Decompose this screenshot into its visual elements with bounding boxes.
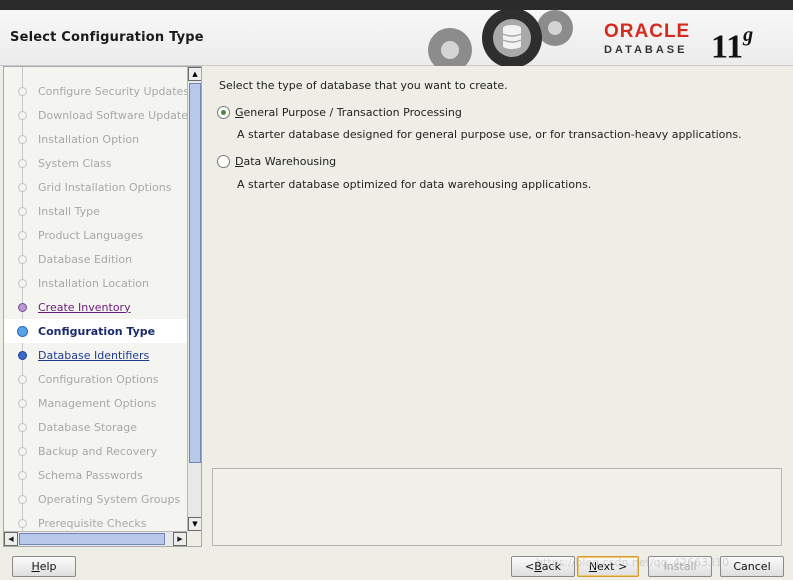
step-status-icon bbox=[18, 374, 27, 384]
data-warehousing-label[interactable]: Data Warehousing bbox=[235, 155, 336, 168]
step-status-icon bbox=[18, 278, 27, 288]
nav-step-configuration-type[interactable]: Configuration Type bbox=[4, 319, 187, 343]
step-status-icon bbox=[18, 134, 27, 144]
next-button[interactable]: Next > bbox=[577, 556, 639, 577]
scroll-right-button[interactable]: ▶ bbox=[173, 532, 187, 546]
step-status-icon bbox=[18, 518, 27, 528]
general-purpose-option[interactable]: General Purpose / Transaction Processing bbox=[217, 106, 462, 119]
main-content: Select the type of database that you wan… bbox=[212, 72, 782, 546]
nav-step-configuration-options: Configuration Options bbox=[4, 367, 187, 391]
nav-step-label: Prerequisite Checks bbox=[38, 516, 147, 530]
nav-step-management-options: Management Options bbox=[4, 391, 187, 415]
step-status-icon bbox=[18, 158, 27, 168]
data-warehousing-description: A starter database optimized for data wa… bbox=[237, 178, 592, 191]
step-status-icon bbox=[17, 325, 28, 337]
logo-version-number: 11 bbox=[711, 28, 744, 66]
data-warehousing-option[interactable]: Data Warehousing bbox=[217, 155, 336, 168]
wizard-steps-list: Configure Security Updates Download Softw… bbox=[4, 67, 187, 531]
wizard-header: Select Configuration Type ORACLE DATABAS… bbox=[0, 10, 793, 66]
step-status-icon bbox=[18, 302, 27, 312]
nav-step-configure-security-updates: Configure Security Updates bbox=[4, 79, 187, 103]
logo-version-suffix: g bbox=[743, 24, 754, 46]
general-purpose-radio[interactable] bbox=[217, 106, 230, 119]
instruction-text: Select the type of database that you wan… bbox=[219, 79, 508, 92]
nav-step-product-languages: Product Languages bbox=[4, 223, 187, 247]
step-status-icon bbox=[18, 206, 27, 216]
step-status-icon bbox=[18, 446, 27, 456]
nav-step-database-storage: Database Storage bbox=[4, 415, 187, 439]
nav-step-create-inventory[interactable]: Create Inventory bbox=[4, 295, 187, 319]
nav-step-label: Install Type bbox=[38, 204, 100, 218]
nav-step-label: Schema Passwords bbox=[38, 468, 143, 482]
oracle-logo: ORACLE DATABASE bbox=[604, 22, 690, 56]
scroll-up-button[interactable]: ▲ bbox=[188, 67, 201, 81]
logo-brand: ORACLE bbox=[604, 21, 691, 42]
nav-step-database-edition: Database Edition bbox=[4, 247, 187, 271]
scroll-left-button[interactable]: ◀ bbox=[4, 532, 18, 546]
scrollbar-corner bbox=[187, 531, 201, 546]
nav-step-label: Database Edition bbox=[38, 252, 133, 266]
nav-step-operating-system-groups: Operating System Groups bbox=[4, 487, 187, 511]
message-pane bbox=[212, 468, 782, 546]
logo-version: 11g bbox=[711, 22, 753, 64]
install-button[interactable]: Install bbox=[648, 556, 712, 577]
window-titlebar bbox=[0, 0, 793, 10]
step-status-icon bbox=[18, 494, 27, 504]
horizontal-scroll-thumb[interactable] bbox=[19, 533, 165, 545]
vertical-scrollbar[interactable]: ▲ ▼ bbox=[187, 67, 201, 531]
step-status-icon bbox=[18, 182, 27, 192]
nav-step-label: Database Identifiers bbox=[38, 348, 150, 362]
nav-step-installation-option: Installation Option bbox=[4, 127, 187, 151]
step-status-icon bbox=[18, 230, 27, 240]
step-status-icon bbox=[18, 254, 27, 264]
step-status-icon bbox=[18, 350, 27, 360]
step-status-icon bbox=[18, 398, 27, 408]
cancel-button[interactable]: Cancel bbox=[720, 556, 784, 577]
nav-step-label: Configure Security Updates bbox=[38, 84, 187, 98]
wizard-steps-panel: Configure Security Updates Download Softw… bbox=[3, 66, 202, 547]
nav-step-installation-location: Installation Location bbox=[4, 271, 187, 295]
logo-product: DATABASE bbox=[604, 44, 688, 56]
nav-step-label: Installation Option bbox=[38, 132, 140, 146]
nav-step-install-type: Install Type bbox=[4, 199, 187, 223]
nav-step-label: Management Options bbox=[38, 396, 157, 410]
nav-step-backup-and-recovery: Backup and Recovery bbox=[4, 439, 187, 463]
step-status-icon bbox=[18, 422, 27, 432]
nav-step-label: System Class bbox=[38, 156, 112, 170]
back-button[interactable]: < Back bbox=[511, 556, 575, 577]
nav-step-grid-installation-options: Grid Installation Options bbox=[4, 175, 187, 199]
data-warehousing-radio[interactable] bbox=[217, 155, 230, 168]
horizontal-scrollbar[interactable]: ◀ ▶ bbox=[4, 531, 187, 546]
nav-step-label: Configuration Options bbox=[38, 372, 159, 386]
scroll-down-button[interactable]: ▼ bbox=[188, 517, 201, 531]
nav-step-schema-passwords: Schema Passwords bbox=[4, 463, 187, 487]
step-status-icon bbox=[18, 110, 27, 120]
nav-step-label: Grid Installation Options bbox=[38, 180, 172, 194]
nav-step-download-software-updates: Download Software Updates bbox=[4, 103, 187, 127]
nav-step-prerequisite-checks: Prerequisite Checks bbox=[4, 511, 187, 531]
nav-step-label: Create Inventory bbox=[38, 300, 131, 314]
nav-step-label: Database Storage bbox=[38, 420, 138, 434]
nav-step-label: Product Languages bbox=[38, 228, 144, 242]
general-purpose-description: A starter database designed for general … bbox=[237, 128, 742, 141]
step-status-icon bbox=[18, 86, 27, 96]
page-title: Select Configuration Type bbox=[10, 30, 204, 45]
nav-step-system-class: System Class bbox=[4, 151, 187, 175]
nav-step-label: Operating System Groups bbox=[38, 492, 181, 506]
nav-step-label: Backup and Recovery bbox=[38, 444, 158, 458]
nav-step-database-identifiers[interactable]: Database Identifiers bbox=[4, 343, 187, 367]
gears-icon bbox=[428, 10, 573, 66]
nav-step-label: Download Software Updates bbox=[38, 108, 187, 122]
general-purpose-label[interactable]: General Purpose / Transaction Processing bbox=[235, 106, 462, 119]
nav-step-label: Installation Location bbox=[38, 276, 149, 290]
help-button[interactable]: Help bbox=[12, 556, 76, 577]
vertical-scroll-thumb[interactable] bbox=[189, 83, 201, 463]
nav-step-label: Configuration Type bbox=[38, 324, 156, 338]
step-status-icon bbox=[18, 470, 27, 480]
